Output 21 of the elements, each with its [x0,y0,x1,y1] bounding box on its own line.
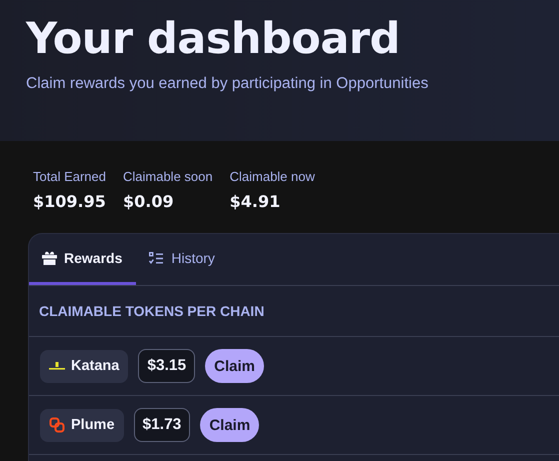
stat-label: Claimable now [230,169,315,184]
amount-badge: $3.15 [138,349,196,383]
checklist-icon [149,252,164,264]
chain-logo-icon [49,362,65,370]
section-heading: CLAIMABLE TOKENS PER CHAIN [29,286,559,337]
stat-label: Claimable soon [123,169,213,184]
stat-value: $4.91 [230,192,282,211]
gift-icon [42,251,57,265]
claim-button[interactable]: Claim [205,349,264,383]
tab[interactable]: Rewards [29,234,136,285]
stat-label: Total Earned [33,169,106,184]
tab[interactable]: History [136,234,229,285]
stat-value: $0.09 [123,192,175,211]
amount-badge: $1.73 [134,408,190,442]
page-subtitle: Claim rewards you earned by participating in Opportunities [26,75,430,93]
stat-value: $109.95 [33,192,106,211]
chain-badge: Katana [40,350,128,382]
chain-badge: Plume [40,408,124,442]
claim-button[interactable]: Claim [200,408,260,442]
chain-logo-icon [49,417,65,433]
page-title: Your dashboard [26,13,401,66]
